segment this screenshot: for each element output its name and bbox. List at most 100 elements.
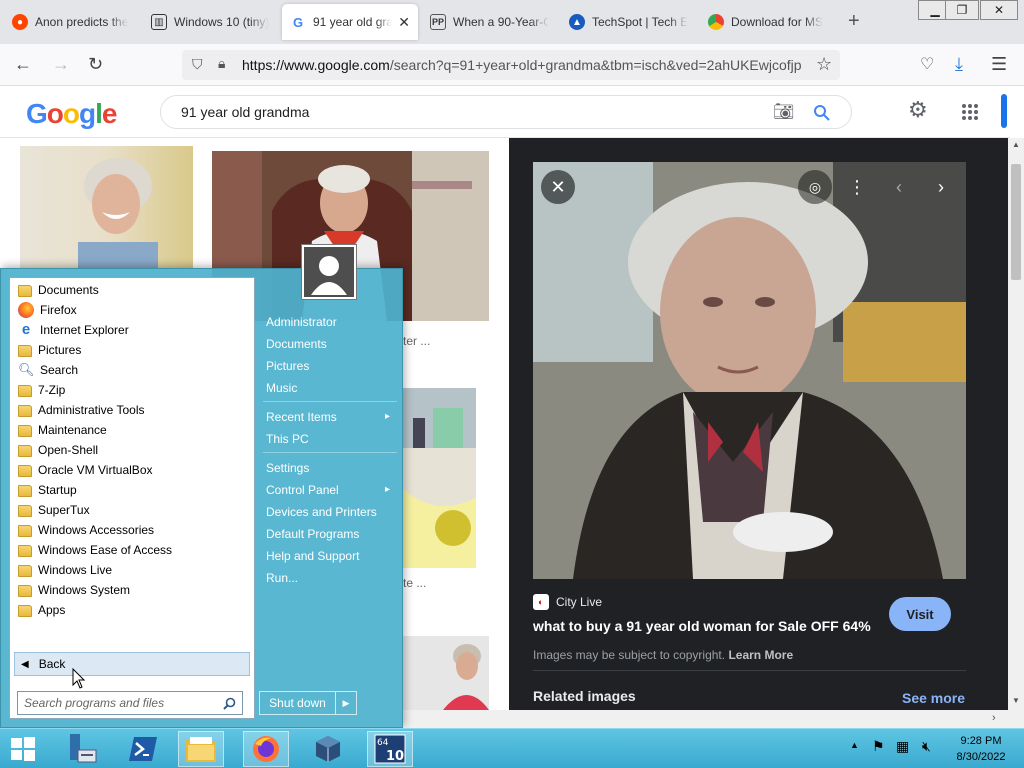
program-7zip[interactable]: 7-Zip	[18, 380, 248, 400]
start-link-documents[interactable]: Documents	[266, 337, 327, 351]
bookmark-star-icon[interactable]: ☆	[816, 54, 832, 75]
win10-64-icon: 64 10	[374, 734, 406, 764]
image-result-1[interactable]	[20, 146, 193, 268]
program-maintenance[interactable]: Maintenance	[18, 420, 248, 440]
image-result-4[interactable]	[403, 636, 489, 710]
more-options-button[interactable]: ⋮	[840, 170, 874, 204]
start-link-settings[interactable]: Settings	[266, 461, 309, 475]
download-icon[interactable]: ⤓	[955, 54, 963, 75]
taskbar-windows10-app[interactable]: 64 10	[367, 731, 413, 767]
google-logo[interactable]: Google	[26, 98, 117, 130]
image-source[interactable]: ◐ City Live	[533, 594, 602, 610]
start-link-control-panel[interactable]: Control Panel	[266, 483, 339, 497]
program-windows-ease-of-access[interactable]: Windows Ease of Access	[18, 540, 248, 560]
start-link-devices-and-printers[interactable]: Devices and Printers	[266, 505, 377, 519]
taskbar-file-explorer[interactable]	[178, 731, 224, 767]
taskbar-powershell[interactable]	[120, 731, 166, 767]
new-tab-button[interactable]: +	[848, 10, 860, 33]
restore-button[interactable]: ❐	[945, 0, 979, 20]
tab-90-year-old[interactable]: PP When a 90-Year-O	[422, 4, 557, 40]
scrollbar-thumb[interactable]	[1011, 164, 1021, 280]
program-administrative-tools[interactable]: Administrative Tools	[18, 400, 248, 420]
start-search-input[interactable]: Search programs and files	[17, 691, 243, 715]
tab-reddit[interactable]: ● Anon predicts the	[4, 4, 139, 40]
program-internet-explorer[interactable]: e Internet Explorer	[18, 320, 248, 340]
program-search[interactable]: 🔍︎ Search	[18, 360, 248, 380]
program-apps[interactable]: Apps	[18, 600, 248, 620]
search-icon[interactable]	[813, 104, 831, 122]
start-link-administrator[interactable]: Administrator	[266, 315, 337, 329]
start-link-pictures[interactable]: Pictures	[266, 359, 309, 373]
submenu-arrow-icon: ▸	[385, 411, 391, 422]
google-search-box[interactable]: 91 year old grandma 📷︎	[160, 95, 852, 129]
program-windows-accessories[interactable]: Windows Accessories	[18, 520, 248, 540]
firefox-icon	[253, 736, 279, 762]
next-image-button[interactable]: ›	[924, 170, 958, 204]
account-button[interactable]	[1001, 94, 1007, 128]
back-button[interactable]: ◀ Back	[14, 652, 250, 676]
close-window-button[interactable]: ✕	[980, 0, 1018, 20]
preview-title[interactable]: what to buy a 91 year old woman for Sale…	[533, 618, 871, 634]
see-more-link[interactable]: See more	[902, 690, 965, 706]
program-virtualbox[interactable]: Oracle VM VirtualBox	[18, 460, 248, 480]
user-avatar[interactable]	[302, 245, 356, 299]
taskbar-virtualbox[interactable]	[305, 731, 351, 767]
settings-gear-icon[interactable]: ⚙	[908, 97, 928, 123]
reload-icon[interactable]: ↻	[88, 54, 103, 75]
grandma-laughing-photo	[78, 158, 158, 268]
shield-icon[interactable]: ⛉	[192, 56, 203, 73]
back-arrow-icon[interactable]: ←	[14, 54, 32, 75]
tab-google-images[interactable]: G 91 year old grar ✕	[282, 4, 418, 40]
image-caption[interactable]: ter ...	[403, 334, 430, 348]
visit-button[interactable]: Visit	[889, 597, 951, 631]
show-hidden-icons-chevron-icon[interactable]: ▲	[850, 740, 859, 750]
taskbar-file-manager[interactable]	[58, 731, 104, 767]
image-result-3[interactable]	[403, 388, 476, 568]
previous-image-button[interactable]: ‹	[882, 170, 916, 204]
url-bar[interactable]: ⛉ 🔒︎ https://www.google.com/search?q=91+…	[182, 50, 840, 80]
volume-muted-icon[interactable]: 🔇︎	[922, 738, 931, 755]
clock[interactable]: 9:28 PM 8/30/2022	[948, 733, 1014, 765]
program-pictures[interactable]: Pictures	[18, 340, 248, 360]
vertical-scrollbar[interactable]: ▲ ▼	[1008, 138, 1024, 710]
start-link-default-programs[interactable]: Default Programs	[266, 527, 359, 541]
horizontal-scrollbar[interactable]: ›	[400, 710, 1024, 728]
start-link-help-and-support[interactable]: Help and Support	[266, 549, 359, 563]
close-preview-button[interactable]: ✕	[541, 170, 575, 204]
program-firefox[interactable]: Firefox	[18, 300, 248, 320]
program-windows-system[interactable]: Windows System	[18, 580, 248, 600]
lens-search-button[interactable]: ◎	[798, 170, 832, 204]
program-open-shell[interactable]: Open-Shell	[18, 440, 248, 460]
start-link-this-pc[interactable]: This PC	[266, 432, 309, 446]
program-supertux[interactable]: SuperTux	[18, 500, 248, 520]
scroll-right-icon[interactable]: ›	[992, 712, 996, 724]
image-caption[interactable]: te ...	[403, 576, 426, 590]
pocket-icon[interactable]: ♡	[920, 54, 934, 74]
action-center-flag-icon[interactable]: ⚑	[872, 738, 885, 755]
start-link-recent-items[interactable]: Recent Items	[266, 410, 337, 424]
program-documents[interactable]: Documents	[18, 280, 248, 300]
program-startup[interactable]: Startup	[18, 480, 248, 500]
program-windows-live[interactable]: Windows Live	[18, 560, 248, 580]
learn-more-link[interactable]: Learn More	[728, 648, 793, 662]
scroll-down-icon[interactable]: ▼	[1012, 696, 1020, 705]
logo-letter: g	[79, 98, 96, 129]
apps-grid-icon[interactable]	[961, 103, 979, 121]
tab-download[interactable]: Download for MS	[700, 4, 835, 40]
shutdown-options-arrow-icon[interactable]: ▶	[336, 698, 356, 709]
preview-image[interactable]	[533, 162, 966, 579]
start-link-music[interactable]: Music	[266, 381, 297, 395]
tab-techspot[interactable]: ▲ TechSpot | Tech Er	[561, 4, 696, 40]
start-link-run[interactable]: Run...	[266, 571, 298, 585]
network-icon[interactable]: ▦	[896, 738, 909, 755]
start-button[interactable]	[0, 731, 46, 767]
taskbar-firefox[interactable]	[243, 731, 289, 767]
close-tab-icon[interactable]: ✕	[398, 14, 410, 31]
forward-arrow-icon[interactable]: →	[52, 54, 70, 75]
scroll-up-icon[interactable]: ▲	[1012, 140, 1020, 149]
lock-icon[interactable]: 🔒︎	[218, 55, 225, 72]
camera-icon[interactable]: 📷︎	[773, 102, 795, 122]
menu-icon[interactable]: ☰	[991, 54, 1007, 75]
shutdown-button[interactable]: Shut down ▶	[259, 691, 357, 715]
tab-windows10[interactable]: ▥ Windows 10 (tiny)	[143, 4, 278, 40]
